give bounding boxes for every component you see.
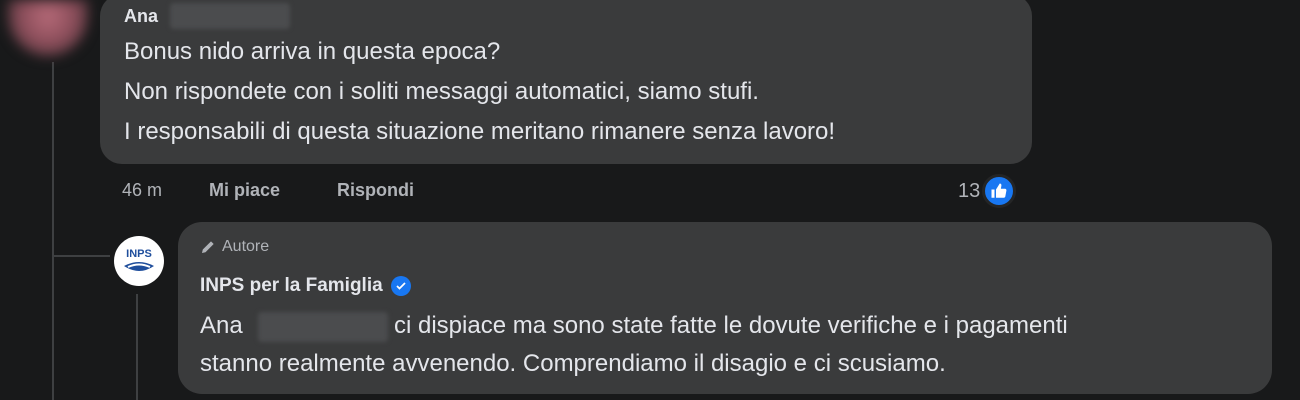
- redacted-mention-surname: [258, 312, 388, 342]
- comment-text-line-2: Non rispondete con i soliti messaggi aut…: [124, 78, 759, 105]
- redacted-surname: [170, 3, 290, 29]
- reply-text-line-1: ci dispiace ma sono state fatte le dovut…: [394, 312, 1068, 339]
- page-name-row: INPS per la Famiglia: [200, 275, 411, 297]
- comment-author-name[interactable]: Ana: [124, 6, 158, 27]
- verified-badge-icon: [390, 276, 411, 296]
- reply-text-line-2: stanno realmente avvenendo. Comprendiamo…: [200, 350, 946, 377]
- like-button[interactable]: Mi piace: [209, 180, 280, 201]
- author-badge: Autore: [200, 238, 269, 256]
- author-badge-label: Autore: [222, 238, 270, 255]
- reply-mention[interactable]: Ana: [200, 312, 243, 340]
- like-thumb-icon: [982, 174, 1017, 208]
- reaction-count: 13: [958, 179, 981, 202]
- comment-text-line-1: Bonus nido arriva in questa epoca?: [124, 38, 501, 65]
- reactions-summary[interactable]: 13: [958, 174, 1017, 208]
- pencil-icon: [202, 241, 214, 253]
- reply-button[interactable]: Rispondi: [337, 180, 414, 201]
- inps-avatar[interactable]: INPS: [114, 236, 164, 286]
- comment-timestamp[interactable]: 46 m: [122, 180, 162, 201]
- thread-line-reply: [136, 294, 138, 400]
- thread-line-main: [52, 62, 54, 400]
- comment-text-line-3: I responsabili di questa situazione meri…: [124, 118, 836, 145]
- thread-line-branch: [52, 255, 110, 257]
- inps-avatar-text: INPS: [126, 248, 152, 260]
- page-name[interactable]: INPS per la Famiglia: [200, 275, 383, 297]
- commenter-avatar[interactable]: [8, 0, 88, 56]
